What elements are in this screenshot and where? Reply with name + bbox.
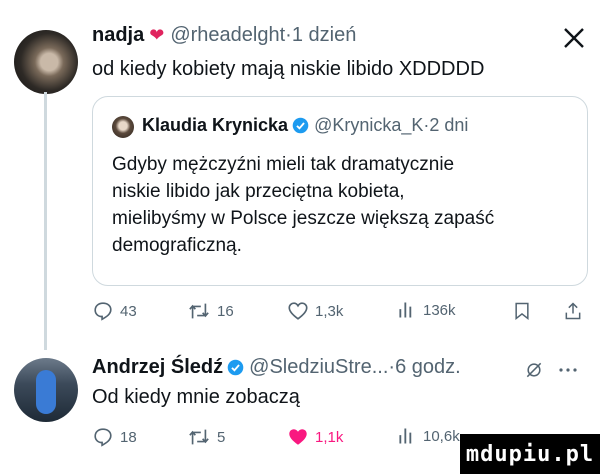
views-chart-icon xyxy=(397,426,417,446)
like-count: 1,1k xyxy=(315,428,344,446)
views-count: 10,6k xyxy=(423,427,460,445)
bookmark-icon xyxy=(512,300,532,322)
thread-line xyxy=(44,92,47,350)
verified-badge-icon xyxy=(227,359,244,376)
reply-icon xyxy=(92,426,114,448)
quote-text-line: niskie libido jak przeciętna kobieta, xyxy=(112,181,405,202)
share-icon xyxy=(563,300,583,322)
quote-author-name[interactable]: Klaudia Krynicka xyxy=(142,115,288,136)
tweet2-header: Andrzej Śledź @SledziuStre... · 6 godz. xyxy=(92,356,461,379)
close-icon[interactable] xyxy=(562,26,586,50)
views-button[interactable]: 136k xyxy=(397,300,456,320)
watermark-logo: mdupiu.pl xyxy=(460,434,600,474)
like-button[interactable]: 1,3k xyxy=(287,300,343,322)
avatar-nadja[interactable] xyxy=(14,30,78,94)
like-count: 1,3k xyxy=(315,302,344,320)
more-options-icon[interactable] xyxy=(556,360,580,385)
avatar-klaudia[interactable] xyxy=(112,116,134,138)
reply-count: 18 xyxy=(120,428,137,446)
reply-count: 43 xyxy=(120,302,137,320)
fire-heart-icon: ❤ xyxy=(149,25,165,45)
reply-button[interactable]: 18 xyxy=(92,426,137,448)
quote-time[interactable]: 2 dni xyxy=(429,115,468,136)
retweet-icon xyxy=(187,426,211,448)
separator-dot: · xyxy=(388,356,396,378)
views-count: 136k xyxy=(423,301,456,319)
tweet-time[interactable]: 1 dzień xyxy=(292,24,357,47)
verified-badge-icon xyxy=(292,117,309,134)
tweet-time[interactable]: 6 godz. xyxy=(395,356,461,379)
quote-author-handle[interactable]: @Krynicka_K xyxy=(314,115,423,136)
heart-filled-icon xyxy=(287,426,309,448)
reply-icon xyxy=(92,300,114,322)
share-button[interactable] xyxy=(563,300,583,322)
avatar-figure xyxy=(36,370,56,414)
quote-text-line: mielibyśmy w Polsce jeszcze większą zapa… xyxy=(112,208,495,229)
reply-button[interactable]: 43 xyxy=(92,300,137,322)
tweet1-header: nadja ❤ @rheadelght · 1 dzień xyxy=(92,24,356,47)
bookmark-button[interactable] xyxy=(512,300,532,322)
author-handle[interactable]: @rheadelght xyxy=(170,24,285,47)
quote-text: Gdyby mężczyźni mieli tak dramatycznie n… xyxy=(112,151,494,259)
heart-icon xyxy=(287,300,309,322)
tweet2-text: Od kiedy mnie zobaczą xyxy=(92,386,300,408)
separator-dot: · xyxy=(285,24,292,46)
avatar-andrzej[interactable] xyxy=(14,358,78,422)
quote-text-line: Gdyby mężczyźni mieli tak dramatycznie xyxy=(112,154,455,175)
views-chart-icon xyxy=(397,300,417,320)
retweet-count: 5 xyxy=(217,428,226,446)
retweet-button[interactable]: 16 xyxy=(187,300,234,322)
retweet-icon xyxy=(187,300,211,322)
quote-text-line: demograficzną. xyxy=(112,235,242,256)
author-name[interactable]: nadja xyxy=(92,24,144,47)
retweet-count: 16 xyxy=(217,302,234,320)
author-name[interactable]: Andrzej Śledź xyxy=(92,356,223,379)
views-button[interactable]: 10,6k xyxy=(397,426,460,446)
retweet-button[interactable]: 5 xyxy=(187,426,225,448)
tweet1-text: od kiedy kobiety mają niskie libido XDDD… xyxy=(92,58,485,80)
tweet1-action-bar: 43 16 1,3k 136k xyxy=(92,300,592,330)
like-button[interactable]: 1,1k xyxy=(287,426,343,448)
author-handle[interactable]: @SledziuStre... xyxy=(249,356,388,379)
grok-icon[interactable] xyxy=(524,360,544,385)
quote-header: Klaudia Krynicka @Krynicka_K · 2 dni xyxy=(142,115,468,136)
